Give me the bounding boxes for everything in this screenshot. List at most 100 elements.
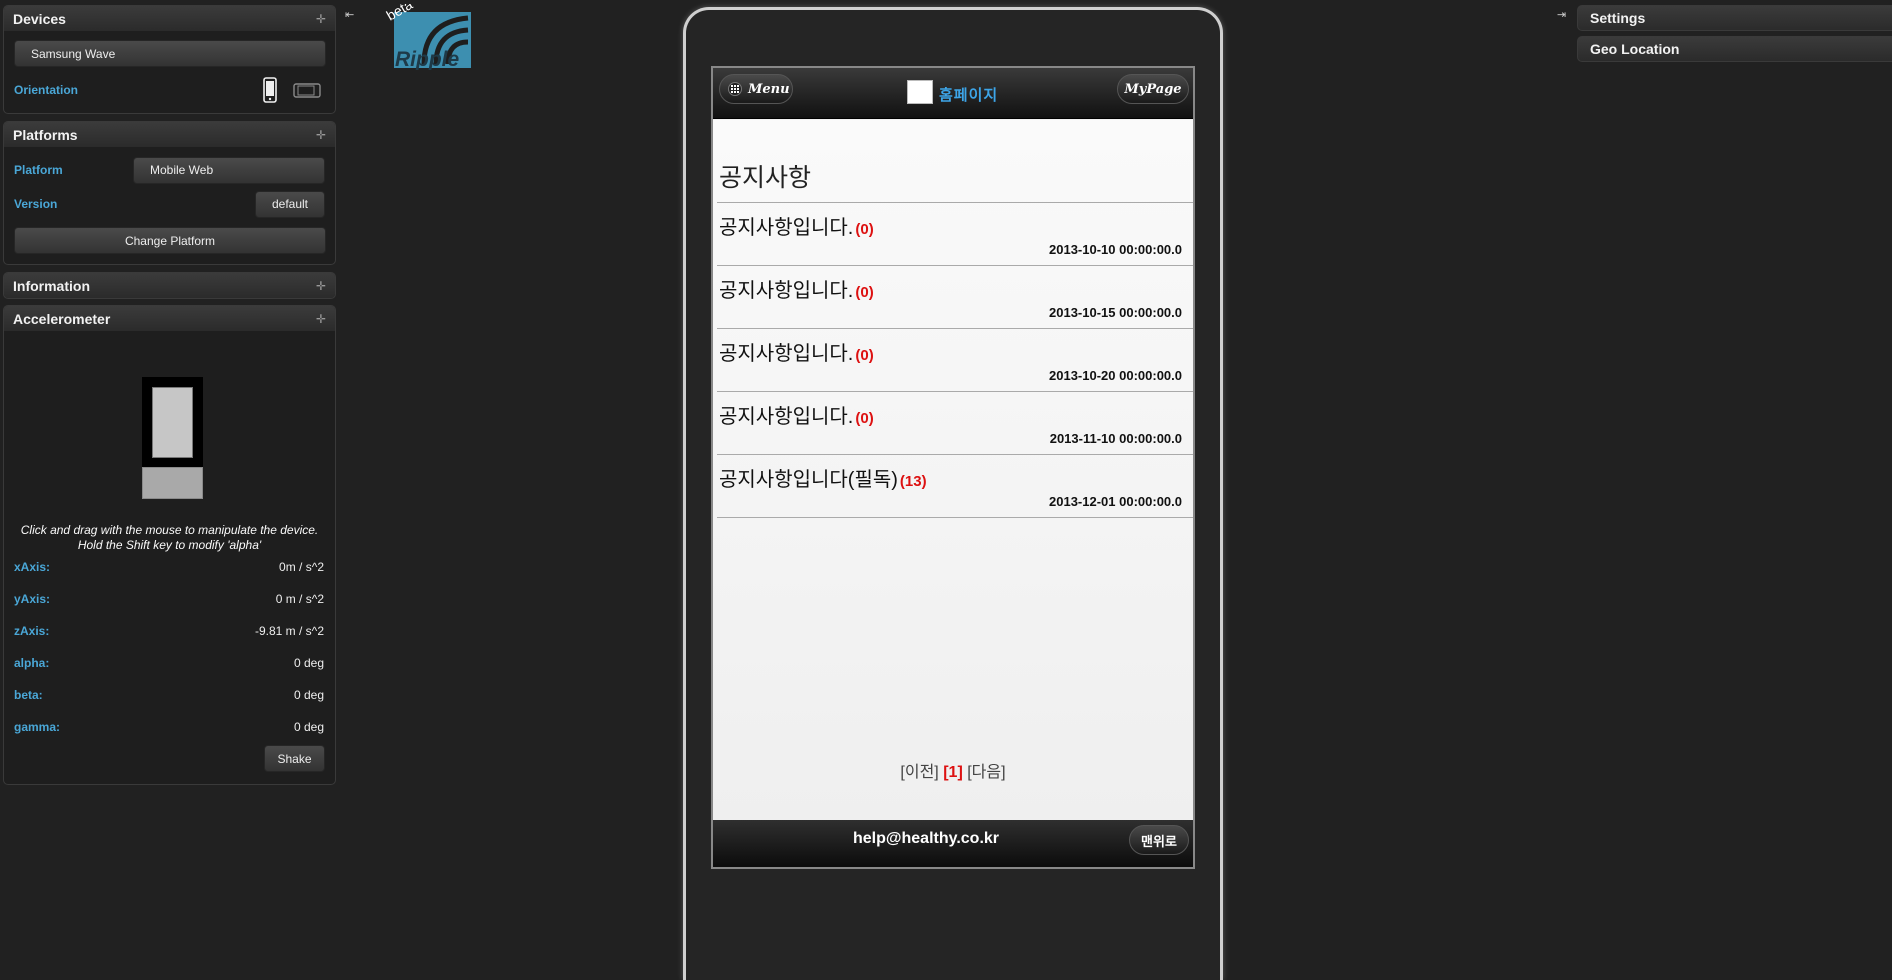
accelerometer-panel-header[interactable]: Accelerometer ✛: [4, 306, 335, 331]
notice-title-text: 공지사항입니다.: [719, 406, 854, 428]
pager-prev-link[interactable]: [이전]: [900, 764, 938, 781]
list-item[interactable]: 공지사항입니다. (0) 2013-10-15 00:00:00.0: [717, 266, 1193, 329]
beta-row: beta: 0 deg: [14, 679, 325, 711]
notice-title-text: 공지사항입니다.: [719, 280, 854, 302]
list-item[interactable]: 공지사항입니다. (0) 2013-11-10 00:00:00.0: [717, 392, 1193, 455]
accelerometer-device-screen: [152, 387, 193, 458]
landscape-phone-icon[interactable]: [293, 82, 321, 98]
page-title: 공지사항: [719, 164, 812, 192]
version-select[interactable]: default: [255, 190, 325, 218]
devices-panel-title: Devices: [13, 10, 66, 27]
notice-date: 2013-10-20 00:00:00.0: [1049, 368, 1182, 383]
list-item[interactable]: 공지사항입니다. (0) 2013-10-10 00:00:00.0: [717, 203, 1193, 266]
grid-menu-icon: [728, 82, 742, 96]
pagination: [이전] [1] [다음]: [713, 758, 1193, 782]
platforms-panel-body: Platform Mobile Web Version default Chan…: [4, 147, 335, 264]
yaxis-row: yAxis: 0 m / s^2: [14, 583, 325, 615]
menu-button[interactable]: Menu: [719, 74, 793, 104]
notice-title-link[interactable]: 공지사항입니다. (0): [719, 211, 874, 240]
expand-plus-icon[interactable]: ✛: [316, 280, 326, 292]
accelerometer-panel: Accelerometer ✛ Click and drag with the …: [3, 305, 336, 785]
notice-list: 공지사항입니다. (0) 2013-10-10 00:00:00.0 공지사항입니…: [717, 202, 1193, 518]
platforms-panel: Platforms ✛ Platform Mobile Web Version …: [3, 121, 336, 265]
xaxis-value: 0m / s^2: [279, 560, 324, 574]
right-sidebar: Settings Geo Location: [1577, 5, 1892, 67]
notice-comment-count: (0): [855, 410, 874, 427]
expand-plus-icon[interactable]: ✛: [316, 13, 326, 25]
scroll-top-button[interactable]: 맨위로: [1129, 825, 1189, 855]
settings-panel-header[interactable]: Settings: [1577, 5, 1892, 31]
yaxis-label: yAxis:: [14, 592, 51, 606]
footer-email-link[interactable]: help@healthy.co.kr: [853, 830, 999, 848]
zaxis-label: zAxis:: [14, 624, 50, 638]
zaxis-value: -9.81 m / s^2: [255, 624, 324, 638]
notice-title-link[interactable]: 공지사항입니다. (0): [719, 400, 874, 429]
ripple-wordmark: Ripple: [395, 48, 459, 70]
gamma-value: 0 deg: [293, 720, 324, 734]
pager-current-page[interactable]: [1]: [943, 764, 963, 781]
platforms-panel-header[interactable]: Platforms ✛: [4, 122, 335, 147]
change-platform-button[interactable]: Change Platform: [14, 227, 326, 254]
home-link[interactable]: 홈페이지: [907, 78, 998, 105]
information-panel-title: Information: [13, 277, 90, 294]
left-sidebar: Devices ✛ Samsung Wave Orientation Platf…: [3, 5, 336, 792]
portrait-phone-icon[interactable]: [263, 77, 277, 103]
notice-date: 2013-10-15 00:00:00.0: [1049, 305, 1182, 320]
beta-label: beta:: [14, 688, 43, 702]
geo-location-panel-header[interactable]: Geo Location: [1577, 36, 1892, 62]
zaxis-row: zAxis: -9.81 m / s^2: [14, 615, 325, 647]
platform-label: Platform: [14, 163, 63, 177]
list-item[interactable]: 공지사항입니다(필독) (13) 2013-12-01 00:00:00.0: [717, 455, 1193, 518]
information-panel: Information ✛: [3, 272, 336, 299]
notice-title-link[interactable]: 공지사항입니다. (0): [719, 337, 874, 366]
accelerometer-panel-title: Accelerometer: [13, 310, 111, 327]
help-line-1: Click and drag with the mouse to manipul…: [20, 523, 319, 537]
accelerometer-device-view[interactable]: [14, 331, 325, 519]
list-item[interactable]: 공지사항입니다. (0) 2013-10-20 00:00:00.0: [717, 329, 1193, 392]
orientation-label: Orientation: [14, 83, 79, 97]
ripple-logo-image: beta Ripple: [384, 0, 471, 71]
shake-button[interactable]: Shake: [264, 745, 325, 772]
device-screen: Menu 홈페이지 MyPage 공지사항 공지사항입니다. (0) 2013-1…: [711, 66, 1195, 869]
notice-date: 2013-11-10 00:00:00.0: [1049, 431, 1182, 446]
mobile-content: 공지사항 공지사항입니다. (0) 2013-10-10 00:00:00.0 공…: [713, 120, 1193, 820]
notice-comment-count: (13): [899, 473, 927, 490]
collapse-right-arrow-icon[interactable]: ⇥: [1557, 8, 1566, 21]
version-label: Version: [14, 197, 58, 211]
mobile-footer-bar: help@healthy.co.kr 맨위로: [713, 820, 1193, 867]
information-panel-header[interactable]: Information ✛: [4, 273, 335, 298]
device-select[interactable]: Samsung Wave: [14, 40, 326, 67]
notice-date: 2013-10-10 00:00:00.0: [1049, 242, 1182, 257]
settings-panel-title: Settings: [1590, 10, 1646, 26]
accelerometer-device-base: [142, 467, 203, 499]
platform-select[interactable]: Mobile Web: [133, 156, 325, 184]
expand-plus-icon[interactable]: ✛: [316, 129, 326, 141]
mypage-button[interactable]: MyPage: [1117, 74, 1189, 104]
gamma-label: gamma:: [14, 720, 61, 734]
beta-value: 0 deg: [293, 688, 324, 702]
accelerometer-help-text: Click and drag with the mouse to manipul…: [14, 523, 325, 553]
ripple-logo: beta Ripple: [384, 0, 474, 75]
pager-next-link[interactable]: [다음]: [967, 764, 1005, 781]
version-row: Version default: [14, 190, 325, 218]
home-link-label: 홈페이지: [939, 87, 999, 104]
platforms-panel-title: Platforms: [13, 126, 78, 143]
notice-comment-count: (0): [855, 284, 874, 301]
menu-button-label: Menu: [748, 81, 790, 97]
collapse-left-arrow-icon[interactable]: ⇤: [345, 8, 354, 21]
expand-plus-icon[interactable]: ✛: [316, 313, 326, 325]
xaxis-row: xAxis: 0m / s^2: [14, 551, 325, 583]
gamma-row: gamma: 0 deg: [14, 711, 325, 743]
mobile-header-bar: Menu 홈페이지 MyPage: [713, 68, 1193, 119]
devices-panel-body: Samsung Wave Orientation: [4, 31, 335, 113]
shake-row: Shake: [14, 745, 325, 774]
notice-title-link[interactable]: 공지사항입니다(필독) (13): [719, 463, 927, 492]
notice-title-text: 공지사항입니다.: [719, 343, 854, 365]
accelerometer-panel-body: Click and drag with the mouse to manipul…: [4, 331, 335, 784]
devices-panel: Devices ✛ Samsung Wave Orientation: [3, 5, 336, 114]
accelerometer-device-body[interactable]: [142, 377, 203, 467]
orientation-options: [263, 77, 321, 103]
devices-panel-header[interactable]: Devices ✛: [4, 6, 335, 31]
accelerometer-readouts: xAxis: 0m / s^2 yAxis: 0 m / s^2 zAxis: …: [14, 551, 325, 743]
notice-title-link[interactable]: 공지사항입니다. (0): [719, 274, 874, 303]
